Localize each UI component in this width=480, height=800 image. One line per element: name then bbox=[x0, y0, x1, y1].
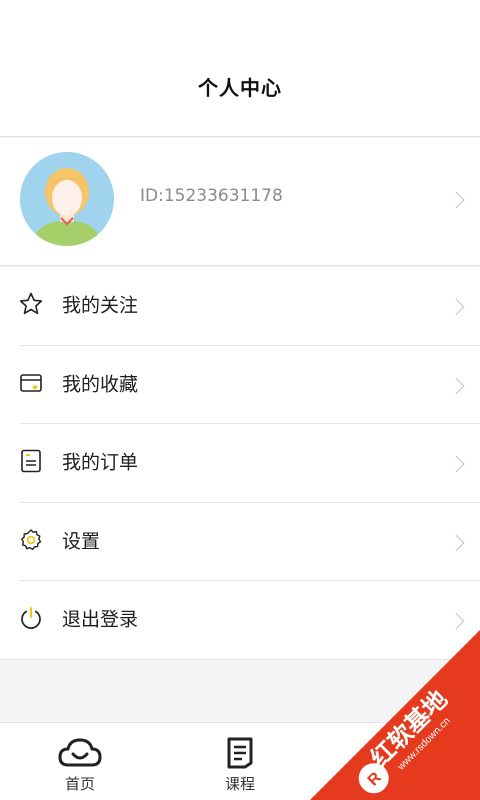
tab-course[interactable]: 课程 bbox=[180, 723, 300, 800]
chevron-right-icon bbox=[447, 191, 465, 209]
menu-item-label: 我的关注 bbox=[62, 294, 139, 317]
menu-item-label: 我的订单 bbox=[62, 451, 139, 474]
header: 个人中心 bbox=[0, 0, 480, 137]
menu-item-label: 退出登录 bbox=[62, 608, 139, 631]
star-icon bbox=[19, 292, 43, 315]
menu-item-settings[interactable]: 设置 bbox=[0, 503, 480, 581]
menu-item-favorites[interactable]: 我的收藏 bbox=[0, 346, 480, 424]
tab-home[interactable]: 首页 bbox=[20, 723, 140, 800]
menu-item-label: 设置 bbox=[62, 530, 101, 552]
chevron-right-icon bbox=[447, 612, 465, 630]
power-icon bbox=[21, 607, 41, 629]
chevron-right-icon bbox=[447, 377, 465, 394]
chevron-right-icon bbox=[447, 455, 465, 473]
watermark-logo-icon: R 红软基地 www.rsdown.cn bbox=[310, 630, 480, 800]
course-document-icon bbox=[227, 737, 253, 769]
menu-list: 我的关注 我的收藏 我的订单 设置 退出登录 bbox=[0, 267, 480, 660]
menu-item-following[interactable]: 我的关注 bbox=[0, 267, 480, 346]
avatar[interactable] bbox=[20, 152, 114, 246]
chevron-right-icon bbox=[447, 298, 465, 316]
chevron-right-icon bbox=[447, 534, 465, 551]
menu-item-orders[interactable]: 我的订单 bbox=[0, 424, 480, 503]
user-id: ID:15233631178 bbox=[140, 186, 283, 206]
orders-icon bbox=[21, 449, 41, 473]
menu-item-label: 我的收藏 bbox=[62, 373, 139, 395]
home-cloud-icon bbox=[58, 738, 102, 767]
favorites-icon bbox=[20, 373, 42, 392]
settings-icon bbox=[21, 528, 42, 550]
profile-card[interactable]: ID:15233631178 bbox=[0, 138, 480, 266]
tab-label: 课程 bbox=[224, 775, 255, 793]
watermark: R 红软基地 www.rsdown.cn bbox=[310, 630, 480, 800]
page-title: 个人中心 bbox=[198, 76, 282, 100]
tab-label: 首页 bbox=[64, 775, 95, 793]
avatar-icon bbox=[20, 152, 114, 246]
